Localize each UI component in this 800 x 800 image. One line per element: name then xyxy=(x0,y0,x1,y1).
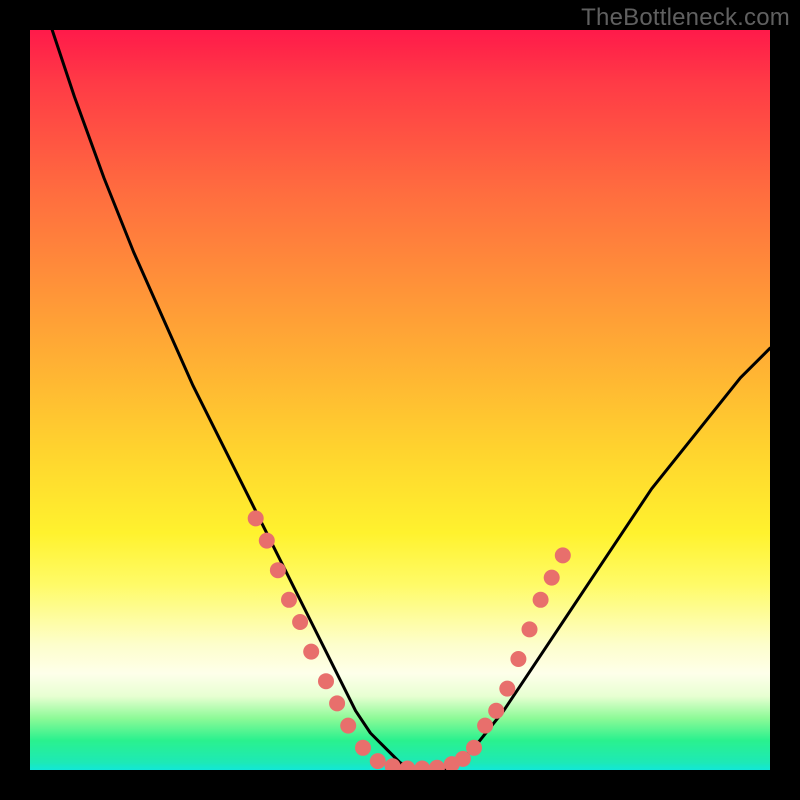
curve-marker xyxy=(292,614,308,630)
curve-marker xyxy=(429,760,445,770)
curve-marker xyxy=(329,695,345,711)
curve-marker xyxy=(414,761,430,771)
plot-area xyxy=(30,30,770,770)
curve-marker xyxy=(259,533,275,549)
curve-marker xyxy=(488,703,504,719)
curve-marker xyxy=(499,681,515,697)
curve-marker xyxy=(355,740,371,756)
curve-marker xyxy=(370,753,386,769)
curve-marker xyxy=(466,740,482,756)
curve-marker xyxy=(248,510,264,526)
curve-markers xyxy=(248,510,571,770)
curve-marker xyxy=(555,547,571,563)
curve-marker xyxy=(510,651,526,667)
chart-frame: TheBottleneck.com xyxy=(0,0,800,800)
curve-marker xyxy=(281,592,297,608)
watermark-text: TheBottleneck.com xyxy=(581,4,790,32)
curve-marker xyxy=(270,562,286,578)
curve-marker xyxy=(544,570,560,586)
curve-marker xyxy=(340,718,356,734)
curve-marker xyxy=(477,718,493,734)
curve-marker xyxy=(303,644,319,660)
bottleneck-curve xyxy=(52,30,770,770)
curve-marker xyxy=(318,673,334,689)
curve-marker xyxy=(533,592,549,608)
plot-svg xyxy=(30,30,770,770)
curve-marker xyxy=(522,621,538,637)
